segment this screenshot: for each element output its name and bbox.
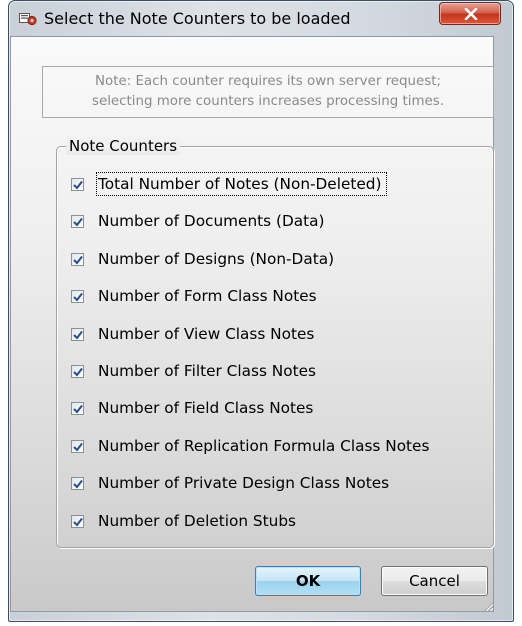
checkbox[interactable] [71,439,84,453]
note-line-1: Note: Each counter requires its own serv… [94,74,441,89]
checkbox-label[interactable]: Number of Private Design Class Notes [98,473,389,493]
checkbox[interactable] [71,477,84,491]
checkmark-icon [73,293,83,302]
checkbox-label[interactable]: Number of Designs (Non-Data) [98,249,334,269]
checkmark-icon [73,180,83,190]
group-legend: Note Counters [66,137,181,155]
checkbox-label[interactable]: Number of Field Class Notes [98,398,313,418]
title-bar[interactable]: Select the Note Counters to be loaded [8,0,514,36]
note-box: Note: Each counter requires its own serv… [42,66,494,118]
cancel-button[interactable]: Cancel [381,566,488,596]
checkmark-icon [73,517,83,527]
checkbox[interactable] [71,252,84,266]
app-icon [19,11,37,26]
checkmark-icon [73,218,83,227]
checkbox[interactable] [71,327,84,341]
checkbox[interactable] [71,365,84,378]
checkbox-label[interactable]: Number of View Class Notes [98,324,314,344]
checkbox-label[interactable]: Number of Form Class Notes [98,286,317,306]
checkmark-icon [73,442,83,452]
checkbox-label[interactable]: Total Number of Notes (Non-Deleted) [95,172,388,196]
resize-grip-icon[interactable] [482,600,494,612]
checkmark-icon [73,367,83,377]
checkmark-icon [73,405,83,414]
checkbox[interactable] [71,402,84,416]
close-icon [464,8,478,20]
checkmark-icon [73,255,83,265]
checkbox[interactable] [71,514,84,528]
checkmark-icon [73,330,83,340]
checkmark-icon [73,480,83,489]
checkbox[interactable] [71,178,84,191]
note-line-2: selecting more counters increases proces… [91,94,445,109]
window-title: Select the Note Counters to be loaded [44,9,351,28]
checkbox[interactable] [71,215,84,229]
ok-button[interactable]: OK [255,566,361,596]
close-button[interactable] [439,2,501,25]
checkbox-label[interactable]: Number of Documents (Data) [98,211,324,231]
checkbox-label[interactable]: Number of Deletion Stubs [98,511,296,531]
checkbox-label[interactable]: Number of Filter Class Notes [98,361,316,381]
checkbox[interactable] [71,290,84,304]
checkbox-label[interactable]: Number of Replication Formula Class Note… [98,436,429,456]
